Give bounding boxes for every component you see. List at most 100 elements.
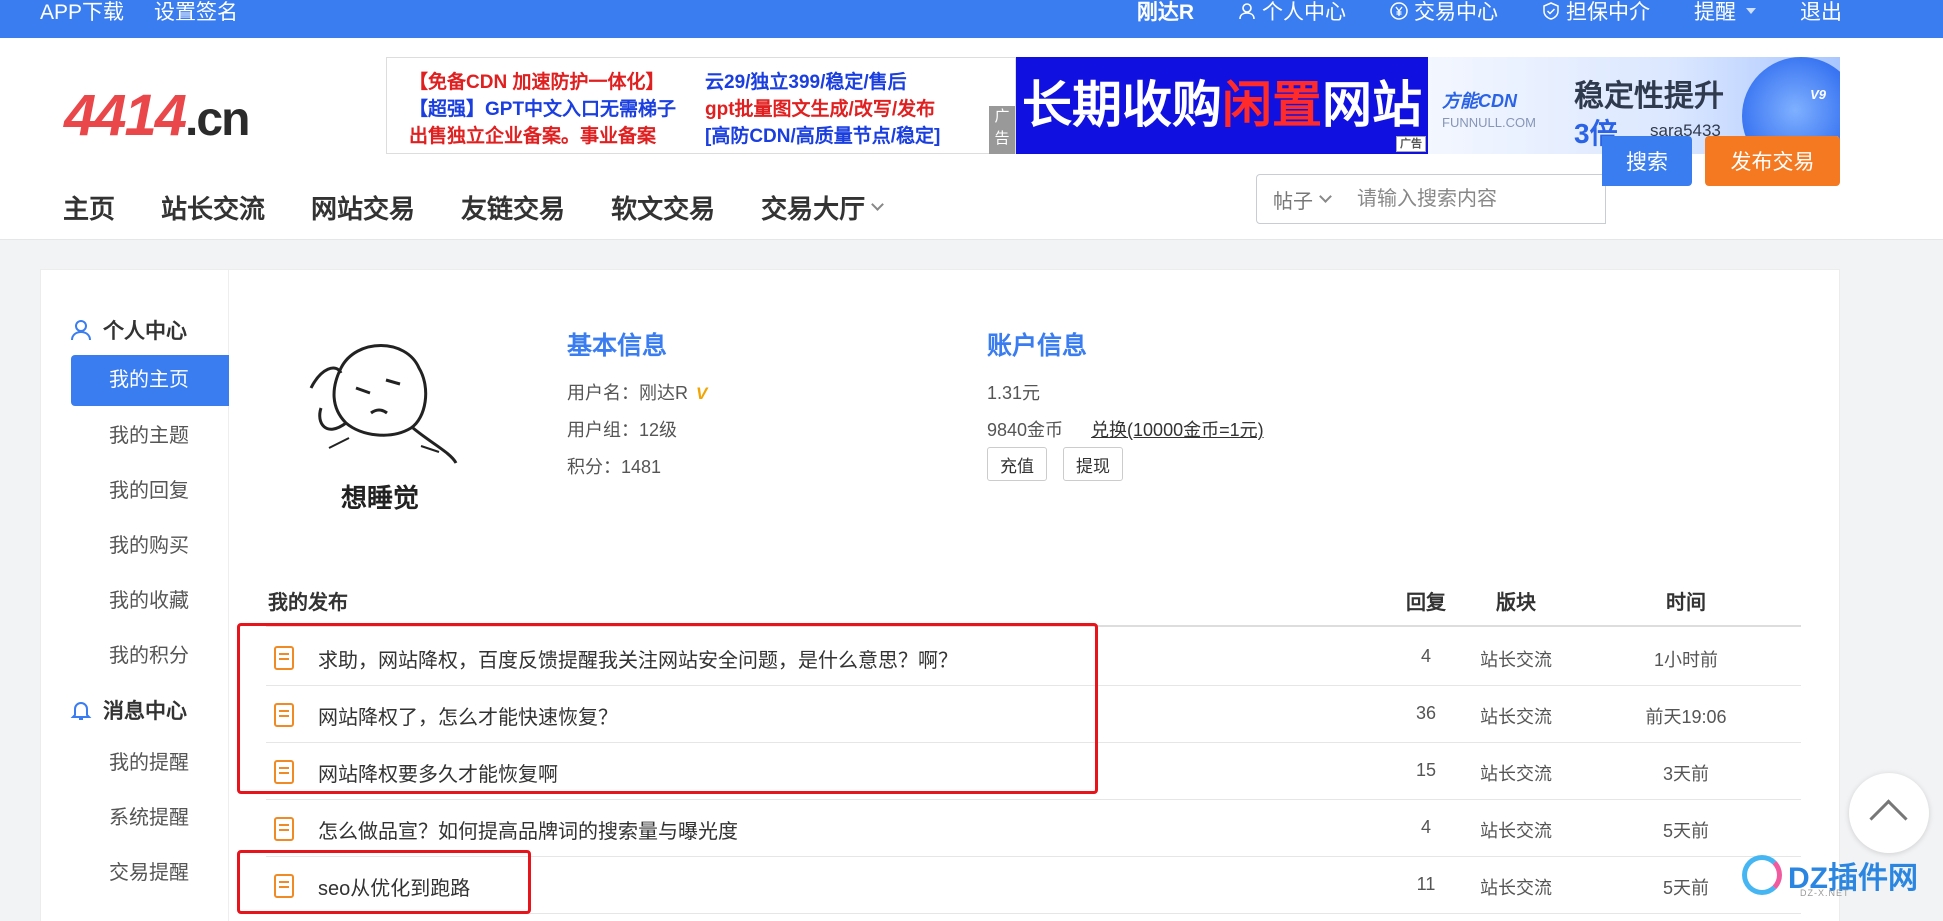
top-bar: APP下载 设置签名 刚达R 个人中心 交易中心 担保中介 提醒 退出 [0, 0, 1943, 38]
trade-center-link[interactable]: 交易中心 [1390, 0, 1498, 26]
nav-trade-hall-dropdown[interactable]: 交易大厅 [761, 189, 884, 226]
watermark-sub: DZ-X.NET [1800, 888, 1850, 898]
username-link[interactable]: 刚达R [1137, 0, 1194, 26]
post-replies: 4 [1420, 646, 1431, 666]
sidebar-section-personal: 个人中心 [69, 315, 187, 345]
account-balance: 1.31元 [987, 383, 1041, 403]
basic-info-title: 基本信息 [567, 332, 668, 360]
table-row[interactable]: 怎么做品宣？如何提高品牌词的搜索量与曝光度 4 站长交流 5天前 [266, 799, 1801, 856]
ad2-text3: 网站 [1322, 77, 1422, 133]
account-info-title: 账户信息 [987, 332, 1088, 360]
sidebar-section-label: 个人中心 [103, 320, 187, 343]
avatar[interactable]: 想睡觉 [301, 328, 471, 513]
text-ad-banner[interactable]: 【免备CDN 加速防护一体化】 云29/独立399/稳定/售后 【超强】GPT中… [386, 57, 1016, 154]
post-board-link[interactable]: 站长交流 [1456, 874, 1576, 900]
post-board-link[interactable]: 站长交流 [1456, 646, 1576, 672]
ad2-text2: 闲置 [1222, 77, 1322, 133]
post-board-link[interactable]: 站长交流 [1456, 703, 1576, 729]
app-download-link[interactable]: APP下载 [40, 0, 124, 26]
nav-trade-hall-label: 交易大厅 [761, 194, 866, 224]
nav-site-trade[interactable]: 网站交易 [311, 189, 415, 226]
username-value: 用户名：刚达R [567, 383, 688, 403]
escrow-label: 担保中介 [1566, 1, 1650, 24]
sidebar-item-purchases[interactable]: 我的购买 [71, 521, 229, 572]
search-type-label: 帖子 [1273, 190, 1313, 213]
search-box: 帖子 [1256, 174, 1606, 224]
post-board-link[interactable]: 站长交流 [1456, 760, 1576, 786]
basic-points: 积分：1481 [567, 457, 662, 477]
sidebar-item-topics[interactable]: 我的主题 [71, 411, 229, 462]
watermark: DZ插件网 DZ-X.NET [1742, 853, 1918, 898]
remind-label: 提醒 [1694, 1, 1736, 24]
logout-link[interactable]: 退出 [1800, 0, 1842, 26]
post-time: 5天前 [1662, 821, 1709, 841]
nav-home[interactable]: 主页 [63, 189, 115, 226]
chevron-down-icon [1319, 189, 1332, 203]
profile-card: 个人中心 我的主页 我的主题 我的回复 我的购买 我的收藏 我的积分 消息中心 … [40, 269, 1840, 921]
basic-user-group: 用户组：12级 [567, 420, 678, 440]
user-icon [1239, 3, 1255, 20]
post-title-link[interactable]: 怎么做品宣？如何提高品牌词的搜索量与曝光度 [318, 815, 738, 844]
chevron-down-icon [871, 198, 884, 211]
document-icon [274, 817, 294, 841]
table-header-title: 我的发布 [268, 592, 348, 614]
post-time: 1小时前 [1653, 650, 1718, 670]
watermark-logo-icon [1742, 855, 1782, 895]
user-center-link[interactable]: 个人中心 [1238, 0, 1346, 26]
sidebar-item-system[interactable]: 系统提醒 [71, 793, 229, 844]
post-time: 3天前 [1662, 764, 1709, 784]
withdraw-button[interactable]: 提现 [1063, 447, 1123, 481]
sidebar-item-replies[interactable]: 我的回复 [71, 466, 229, 517]
account-coins-row: 9840金币 兑换(10000金币=1元) [987, 416, 1264, 442]
search-button[interactable]: 搜索 [1602, 136, 1692, 186]
nav-webmaster[interactable]: 站长交流 [161, 189, 265, 226]
nav-article-trade[interactable]: 软文交易 [611, 189, 715, 226]
user-center-label: 个人中心 [1262, 1, 1346, 24]
image-ad-recycle[interactable]: 长期收购闲置网站 广告 [1016, 57, 1428, 154]
exchange-link[interactable]: 兑换(10000金币=1元) [1091, 420, 1264, 440]
table-header-replies: 回复 [1406, 592, 1446, 614]
sidebar-item-trade-reminders[interactable]: 交易提醒 [71, 848, 229, 899]
recharge-button[interactable]: 充值 [987, 447, 1047, 481]
post-board-link[interactable]: 站长交流 [1456, 817, 1576, 843]
account-coins: 9840金币 [987, 420, 1064, 440]
nav-link-trade[interactable]: 友链交易 [461, 189, 565, 226]
site-logo[interactable]: 4414.cn [64, 82, 250, 149]
ad-tag: 广告 [1396, 136, 1426, 152]
post-replies: 11 [1416, 874, 1436, 894]
avatar-drawing [309, 344, 458, 464]
trade-center-label: 交易中心 [1414, 1, 1498, 24]
publish-trade-button[interactable]: 发布交易 [1705, 136, 1840, 186]
sidebar-item-reminders[interactable]: 我的提醒 [71, 738, 229, 789]
ad3-headline: 稳定性提升 [1574, 80, 1724, 113]
post-replies: 36 [1415, 703, 1437, 723]
shield-icon [1543, 2, 1559, 20]
logo-part2: .cn [185, 93, 250, 146]
annotation-box [237, 850, 531, 914]
ad3-brand-sub: FUNNULL.COM [1442, 115, 1536, 130]
sidebar-item-favorites[interactable]: 我的收藏 [71, 576, 229, 627]
search-type-select[interactable]: 帖子 [1257, 185, 1347, 214]
post-replies: 4 [1420, 817, 1431, 837]
back-to-top-button[interactable] [1849, 773, 1929, 853]
main-nav: 主页 站长交流 网站交易 友链交易 软文交易 交易大厅 [63, 189, 884, 226]
table-header-board: 版块 [1496, 592, 1536, 614]
post-replies: 15 [1415, 760, 1437, 780]
caret-down-icon [1746, 8, 1756, 14]
sidebar-section-messages: 消息中心 [69, 695, 187, 725]
post-time: 前天19:06 [1645, 707, 1727, 727]
search-input[interactable] [1347, 187, 1587, 211]
sidebar-item-points[interactable]: 我的积分 [71, 631, 229, 682]
logo-part1: 4414 [64, 83, 187, 148]
ad3-version: V9 [1810, 87, 1826, 102]
avatar-caption: 想睡觉 [341, 483, 420, 513]
yen-icon [1390, 2, 1408, 20]
set-signature-link[interactable]: 设置签名 [154, 0, 238, 26]
bell-icon [70, 702, 92, 720]
sidebar-section-label: 消息中心 [103, 700, 187, 723]
remind-dropdown[interactable]: 提醒 [1694, 0, 1756, 26]
escrow-link[interactable]: 担保中介 [1542, 0, 1650, 26]
ad-tag: 广告 [989, 106, 1015, 154]
sidebar: 个人中心 我的主页 我的主题 我的回复 我的购买 我的收藏 我的积分 消息中心 … [41, 270, 229, 921]
sidebar-item-home[interactable]: 我的主页 [71, 355, 229, 406]
